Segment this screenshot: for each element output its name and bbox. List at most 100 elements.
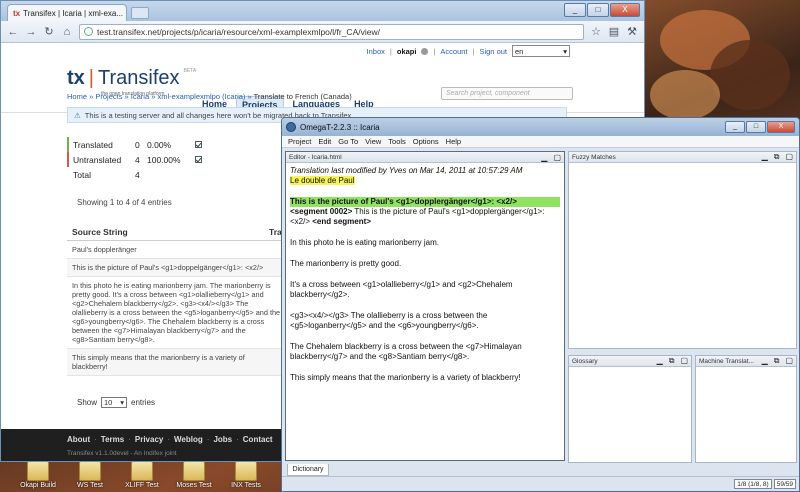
menu-goto[interactable]: Go To (338, 137, 358, 146)
desktop-icon[interactable]: INX Tests (226, 461, 266, 489)
maximize-pane-icon[interactable]: ▢ (785, 356, 793, 366)
menu-view[interactable]: View (365, 137, 381, 146)
footer-weblog[interactable]: Weblog (174, 435, 203, 444)
menu-project[interactable]: Project (288, 137, 311, 146)
active-source-segment[interactable]: This is the picture of Paul's <g1>dopple… (290, 197, 560, 207)
table-row[interactable]: This is the picture of Paul's <g1>doppel… (67, 259, 287, 277)
minimize-button[interactable]: _ (725, 121, 745, 133)
col-source-string[interactable]: Source String (67, 227, 128, 240)
segment-text[interactable]: In this photo he is eating marionberry j… (290, 238, 560, 248)
language-select[interactable]: en ▾ (512, 45, 570, 57)
table-row[interactable]: Paul's doppleränger (67, 241, 287, 259)
fuzzy-pane-header: Fuzzy Matches ▁ ⧉ ▢ (569, 152, 796, 163)
menu-tools[interactable]: Tools (388, 137, 406, 146)
footer-terms[interactable]: Terms (101, 435, 124, 444)
window-controls: _ □ X (725, 121, 795, 133)
segment-start-marker: <segment 0002> (290, 207, 353, 216)
breadcrumb-current: Translate to French (Canada) (253, 92, 352, 101)
footer-jobs[interactable]: Jobs (213, 435, 232, 444)
undock-pane-icon[interactable]: ⧉ (774, 356, 780, 366)
footer-about[interactable]: About (67, 435, 90, 444)
back-arrow-icon[interactable]: ← (7, 26, 19, 38)
transifex-logo[interactable]: tx | Transifex BETA (67, 67, 196, 90)
signout-link[interactable]: Sign out (479, 47, 507, 56)
home-icon[interactable]: ⌂ (61, 26, 73, 38)
inbox-link[interactable]: Inbox (367, 47, 385, 56)
maximize-pane-icon[interactable]: ▢ (553, 153, 561, 162)
minimize-button[interactable]: _ (564, 3, 586, 17)
maximize-button[interactable]: □ (746, 121, 766, 133)
breadcrumb-home[interactable]: Home (67, 92, 87, 101)
reload-icon[interactable]: ↻ (43, 25, 55, 38)
minimize-pane-icon[interactable]: ▁ (762, 356, 768, 366)
maximize-pane-icon[interactable]: ▢ (785, 152, 793, 162)
active-segment-editor[interactable]: <segment 0002> This is the picture of Pa… (290, 207, 560, 227)
desktop-icon[interactable]: Okapi Build (18, 461, 58, 489)
current-translation[interactable]: Le double de Paul (290, 176, 355, 185)
glossary-pane-header: Glossary ▁ ⧉ ▢ (569, 356, 691, 367)
desktop-icon[interactable]: WS Test (70, 461, 110, 489)
menu-help[interactable]: Help (446, 137, 461, 146)
untranslated-filter-checkbox[interactable] (195, 156, 202, 163)
undock-pane-icon[interactable]: ⧉ (774, 152, 780, 162)
menu-bar: Project Edit Go To View Tools Options He… (282, 136, 799, 148)
minimize-pane-icon[interactable]: ▁ (657, 356, 663, 366)
desktop-icon[interactable]: XLIFF Test (122, 461, 162, 489)
account-link[interactable]: Account (440, 47, 467, 56)
close-window-button[interactable]: X (767, 121, 795, 133)
omegat-window: OmegaT-2.2.3 :: Icaria _ □ X Project Edi… (281, 117, 800, 492)
translated-filter-checkbox[interactable] (195, 141, 202, 148)
browser-tab[interactable]: tx Transifex | Icaria | xml-exa... × (7, 4, 127, 21)
username[interactable]: okapi (397, 47, 417, 56)
desktop-icon[interactable]: Moses Test (174, 461, 214, 489)
forward-arrow-icon[interactable]: → (25, 26, 37, 38)
bookmark-star-icon[interactable]: ☆ (590, 25, 602, 38)
breadcrumb: Home » Projects » Icaria » xml-examplexm… (67, 92, 352, 101)
menu-options[interactable]: Options (413, 137, 439, 146)
breadcrumb-projects[interactable]: Projects (95, 92, 122, 101)
minimize-pane-icon[interactable]: ▁ (541, 153, 547, 162)
segment-text[interactable]: The marionberry is pretty good. (290, 259, 560, 269)
machine-translation-pane: Machine Translat... ▁ ⧉ ▢ (695, 355, 797, 463)
menu-edit[interactable]: Edit (318, 137, 331, 146)
undock-pane-icon[interactable]: ⧉ (669, 356, 675, 366)
folder-icon (79, 461, 101, 481)
table-header: Source String Tra (67, 227, 287, 241)
mt-pane-header: Machine Translat... ▁ ⧉ ▢ (696, 356, 796, 367)
editor-content[interactable]: Translation last modified by Yves on Mar… (286, 163, 564, 397)
segment-text[interactable]: It's a cross between <g1>olallieberry</g… (290, 280, 560, 300)
table-row[interactable]: In this photo he is eating marionberry j… (67, 277, 287, 349)
maximize-pane-icon[interactable]: ▢ (680, 356, 688, 366)
transifex-header: Inbox | okapi | Account | Sign out en ▾ t… (1, 43, 644, 113)
minimize-pane-icon[interactable]: ▁ (762, 152, 768, 162)
maximize-button[interactable]: □ (587, 3, 609, 17)
close-window-button[interactable]: X (610, 3, 640, 17)
user-bar: Inbox | okapi | Account | Sign out en ▾ (367, 45, 570, 57)
search-input[interactable]: Search project, component (441, 87, 573, 100)
table-row[interactable]: This simply means that the marionberry i… (67, 349, 287, 376)
breadcrumb-project[interactable]: Icaria (131, 92, 149, 101)
fuzzy-matches-pane: Fuzzy Matches ▁ ⧉ ▢ (568, 151, 797, 349)
tab-dictionary[interactable]: Dictionary (287, 464, 329, 476)
footer-privacy[interactable]: Privacy (135, 435, 163, 444)
tab-close-icon[interactable]: × (126, 9, 127, 18)
page-menu-icon[interactable]: ▤ (608, 25, 620, 38)
transifex-favicon: tx (13, 8, 21, 18)
page-length-select[interactable]: 10 ▾ (101, 397, 128, 408)
wrench-icon[interactable]: ⚒ (626, 25, 638, 38)
folder-icon (235, 461, 257, 481)
user-avatar-icon (421, 47, 429, 55)
new-tab-button[interactable] (131, 7, 149, 19)
editor-pane: Editor - Icaria.html ▁ ▢ Translation las… (285, 151, 565, 461)
omegat-titlebar: OmegaT-2.2.3 :: Icaria _ □ X (282, 118, 799, 136)
col-translation[interactable]: Tra (269, 227, 282, 237)
address-bar[interactable]: test.transifex.net/projects/p/icaria/res… (79, 23, 584, 40)
segment-text[interactable]: The Chehalem blackberry is a cross betwe… (290, 342, 560, 362)
address-text: test.transifex.net/projects/p/icaria/res… (97, 26, 380, 37)
footer-contact[interactable]: Contact (243, 435, 273, 444)
segment-text[interactable]: This simply means that the marionberry i… (290, 373, 560, 383)
stat-total: Total 4 (73, 169, 140, 180)
segment-text[interactable]: <g3><x4/></g3> The olallieberry is a cro… (290, 311, 560, 331)
breadcrumb-resource[interactable]: xml-examplexmlpo (Icaria) (157, 92, 245, 101)
info-icon: ⚠ (74, 110, 81, 120)
